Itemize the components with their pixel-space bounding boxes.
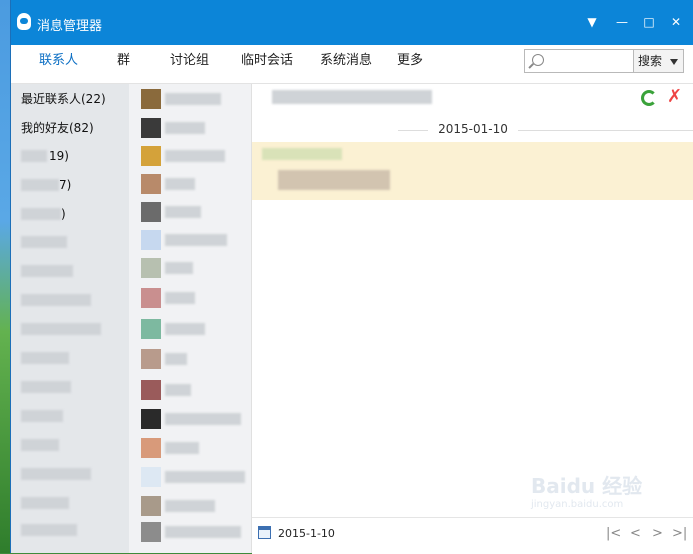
tab-more[interactable]: 更多	[397, 45, 423, 81]
blurred-contact-name[interactable]	[165, 292, 195, 304]
first-page-icon[interactable]: |<	[606, 526, 621, 541]
close-icon[interactable]: ✕	[665, 12, 687, 32]
blurred-group-name[interactable]	[21, 265, 73, 277]
blurred-group-name[interactable]	[21, 410, 63, 422]
blurred-group-name[interactable]	[21, 352, 69, 364]
next-page-icon[interactable]: >	[652, 526, 663, 541]
selected-date[interactable]: 2015-1-10	[278, 527, 335, 540]
chevron-down-icon[interactable]	[670, 59, 678, 65]
avatar	[141, 174, 161, 194]
avatar	[141, 349, 161, 369]
blurred-contact-name[interactable]	[165, 178, 195, 190]
blurred-group-name[interactable]	[21, 236, 67, 248]
avatar	[141, 496, 161, 516]
refresh-icon[interactable]	[641, 90, 657, 106]
blurred-group-name[interactable]	[21, 294, 91, 306]
blurred-contact-name[interactable]	[165, 234, 227, 246]
avatar	[141, 202, 161, 222]
window-title: 消息管理器	[37, 19, 103, 34]
delete-icon[interactable]: ✗	[667, 86, 682, 107]
contact-group-list: 最近联系人(22) 我的好友(82) 19) 7) )	[11, 84, 129, 553]
avatar	[141, 230, 161, 250]
blurred-contact-name[interactable]	[165, 526, 241, 538]
blurred-contact-name[interactable]	[165, 384, 191, 396]
avatar	[141, 319, 161, 339]
avatar	[141, 89, 161, 109]
blurred-contact-name[interactable]	[165, 262, 193, 274]
avatar	[141, 409, 161, 429]
avatar	[141, 288, 161, 308]
tab-contacts[interactable]: 联系人	[39, 45, 78, 81]
qq-logo-icon	[17, 13, 31, 30]
previous-page-icon[interactable]: <	[630, 526, 641, 541]
group-item[interactable]: 19)	[49, 148, 69, 164]
blurred-contact-name[interactable]	[165, 413, 241, 425]
blurred-contact-name[interactable]	[165, 323, 205, 335]
blurred-contact-name[interactable]	[165, 122, 205, 134]
avatar	[141, 522, 161, 542]
blurred-contact-name[interactable]	[165, 206, 201, 218]
divider	[518, 130, 693, 131]
avatar	[141, 146, 161, 166]
group-item[interactable]: 7)	[59, 177, 71, 193]
tab-discussion[interactable]: 讨论组	[170, 45, 209, 81]
blurred-contact-name[interactable]	[165, 500, 215, 512]
blurred-contact-name[interactable]	[165, 93, 221, 105]
tab-system-messages[interactable]: 系统消息	[320, 45, 372, 81]
message-manager-window: 消息管理器 ▼ — □ ✕ 联系人 群 讨论组 临时会话 系统消息 更多 搜索 …	[10, 0, 693, 554]
blurred-group-name	[21, 150, 47, 162]
blurred-group-name[interactable]	[21, 524, 77, 536]
group-my-friends[interactable]: 我的好友(82)	[21, 120, 94, 136]
search-input[interactable]	[524, 49, 634, 73]
search-icon	[532, 54, 544, 66]
tab-groups[interactable]: 群	[117, 45, 130, 81]
group-recent-contacts[interactable]: 最近联系人(22)	[21, 91, 106, 107]
blurred-contact-name[interactable]	[165, 353, 187, 365]
blurred-group-name	[21, 208, 61, 220]
blurred-contact-name[interactable]	[165, 442, 199, 454]
message-item	[252, 142, 693, 200]
blurred-group-name	[21, 179, 59, 191]
search-button-label: 搜索	[638, 54, 663, 68]
date-header: 2015-01-10	[438, 122, 508, 136]
blurred-conversation-title	[272, 90, 432, 104]
blurred-group-name[interactable]	[21, 323, 101, 335]
blurred-group-name[interactable]	[21, 381, 71, 393]
search-button[interactable]: 搜索	[633, 49, 684, 73]
blurred-sender-name	[262, 148, 342, 160]
watermark-logo: Baidu 经验 jingyan.baidu.com	[531, 470, 642, 510]
blurred-contact-name[interactable]	[165, 471, 245, 483]
watermark-subtext: jingyan.baidu.com	[531, 499, 624, 510]
tab-toolbar: 联系人 群 讨论组 临时会话 系统消息 更多 搜索	[11, 45, 693, 84]
blurred-contact-name[interactable]	[165, 150, 225, 162]
bottom-bar: 2015-1-10 |< < > >|	[252, 517, 693, 554]
title-bar: 消息管理器 ▼ — □ ✕	[11, 0, 693, 45]
group-item[interactable]: )	[61, 206, 66, 222]
watermark-text: Baidu 经验	[531, 474, 643, 498]
contact-list	[129, 84, 252, 553]
calendar-icon[interactable]	[258, 526, 271, 539]
avatar	[141, 118, 161, 138]
last-page-icon[interactable]: >|	[672, 526, 687, 541]
blurred-group-name[interactable]	[21, 497, 69, 509]
avatar	[141, 467, 161, 487]
maximize-icon[interactable]: □	[638, 12, 660, 32]
avatar	[141, 258, 161, 278]
minimize-icon[interactable]: —	[611, 12, 633, 32]
avatar	[141, 438, 161, 458]
blurred-message-text	[278, 170, 390, 190]
avatar	[141, 380, 161, 400]
dropdown-menu-icon[interactable]: ▼	[581, 12, 603, 32]
tab-temp-chat[interactable]: 临时会话	[241, 45, 293, 81]
blurred-group-name[interactable]	[21, 439, 59, 451]
blurred-group-name[interactable]	[21, 468, 91, 480]
